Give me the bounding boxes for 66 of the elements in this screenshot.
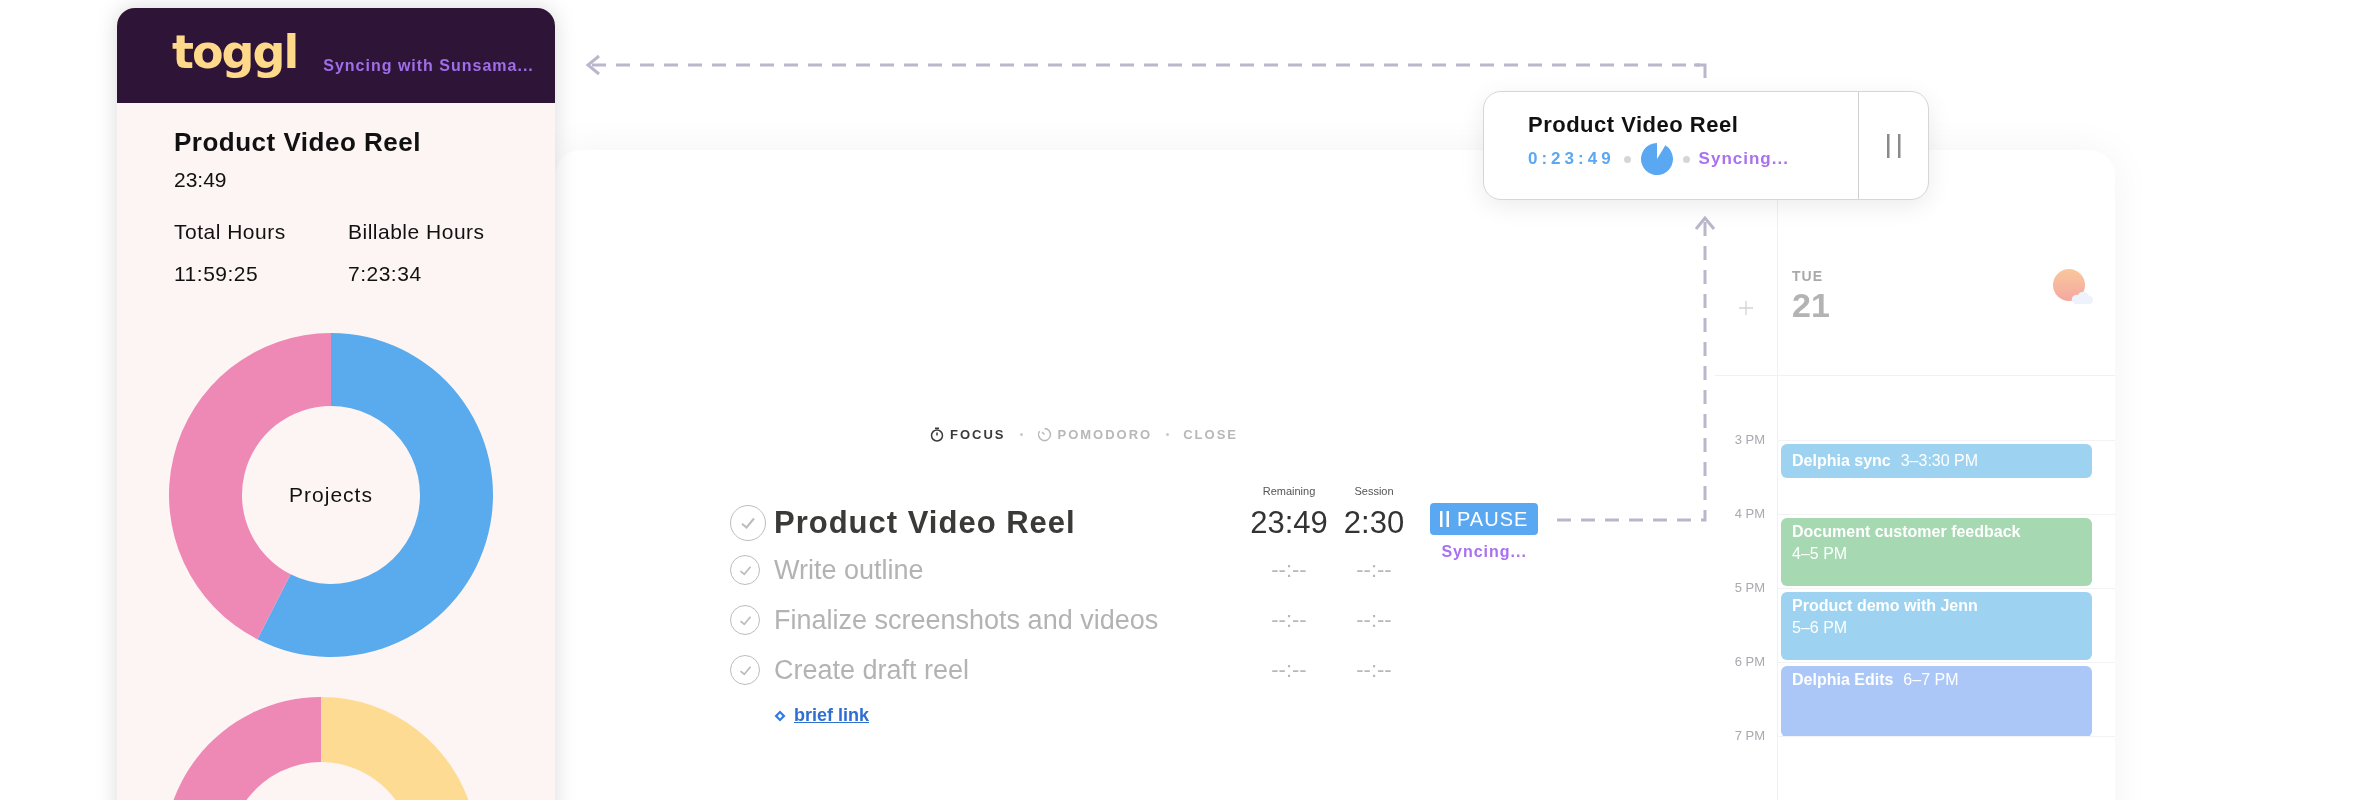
separator-dot [1019,432,1023,436]
hour-label: 5 PM [1734,580,1765,595]
remaining-time: --:-- [1271,557,1307,583]
brief-link[interactable]: brief link [794,705,869,726]
calendar-event[interactable]: Document customer feedback 4–5 PM [1781,518,2092,586]
session-time: --:-- [1356,607,1392,633]
stat-label: Total Hours [174,220,287,244]
elapsed-time: 23:49 [174,168,228,192]
timer-icon [1036,426,1052,442]
task-checkbox[interactable] [730,605,760,635]
stat-value: 11:59:25 [174,262,260,286]
task-title: Write outline [774,554,924,586]
event-time: 6–7 PM [1903,671,1959,689]
calendar-event[interactable]: Delphia Edits 6–7 PM [1781,666,2092,737]
event-time: 5–6 PM [1792,619,1848,637]
event-title: Product demo with Jenn [1792,597,1978,615]
hour-label: 6 PM [1734,654,1765,669]
calendar-event[interactable]: Product demo with Jenn 5–6 PM [1781,592,2092,660]
mode-tab[interactable]: POMODORO [1036,426,1153,442]
elapsed-time: 0:23:49 [1528,149,1615,169]
separator-dot [1682,155,1690,163]
task-title: Finalize screenshots and videos [774,604,1159,636]
task-checkbox[interactable] [730,505,766,541]
event-title: Document customer feedback [1792,523,2021,541]
separator-dot [1623,155,1631,163]
event-time: 3–3:30 PM [1900,452,1979,470]
add-icon[interactable] [1738,300,1754,316]
separator-dot [1166,432,1170,436]
sync-status: Syncing... [1698,149,1789,169]
calendar-event[interactable]: Delphia sync 3–3:30 PM [1781,444,2092,478]
session-time: --:-- [1356,657,1392,683]
close-button[interactable]: CLOSE [1183,426,1239,442]
event-title: Delphia sync [1792,452,1891,470]
entry-title: Product Video Reel [174,127,422,158]
task-checkbox[interactable] [730,555,760,585]
column-label: Remaining [1262,484,1316,499]
task-checkbox[interactable] [730,655,760,685]
hour-label: 4 PM [1734,506,1765,521]
sync-status: Syncing... [1441,543,1527,561]
weekday-label: TUE [1792,268,1824,284]
logo: toggl [172,24,298,79]
task-title: Product Video Reel [774,505,1076,541]
sync-status: Syncing with Sunsama... [323,56,534,75]
donut-label: Projects [289,483,373,507]
pie-timer-icon [1639,142,1674,176]
event-time: 4–5 PM [1792,545,1848,563]
pause-icon [1440,511,1449,527]
stat-label: Billable Hours [348,220,486,244]
column-label: Session [1354,484,1394,499]
session-time: 2:30 [1343,505,1405,541]
pause-button[interactable]: PAUSE [1430,503,1539,535]
remaining-time: 23:49 [1250,505,1328,541]
timer-title: Product Video Reel [1528,112,1740,138]
remaining-time: --:-- [1271,607,1307,633]
pause-icon [1886,133,1901,158]
event-title: Delphia Edits [1792,671,1894,689]
remaining-time: --:-- [1271,657,1307,683]
mode-tab[interactable]: FOCUS [930,426,1006,442]
hour-label: 3 PM [1734,432,1765,447]
diamond-icon [774,709,786,722]
hour-label: 7 PM [1734,728,1765,743]
stat-value: 7:23:34 [348,262,423,286]
session-time: --:-- [1356,557,1392,583]
day-number: 21 [1792,286,1830,325]
task-title: Create draft reel [774,654,970,686]
stopwatch-icon [930,426,944,442]
